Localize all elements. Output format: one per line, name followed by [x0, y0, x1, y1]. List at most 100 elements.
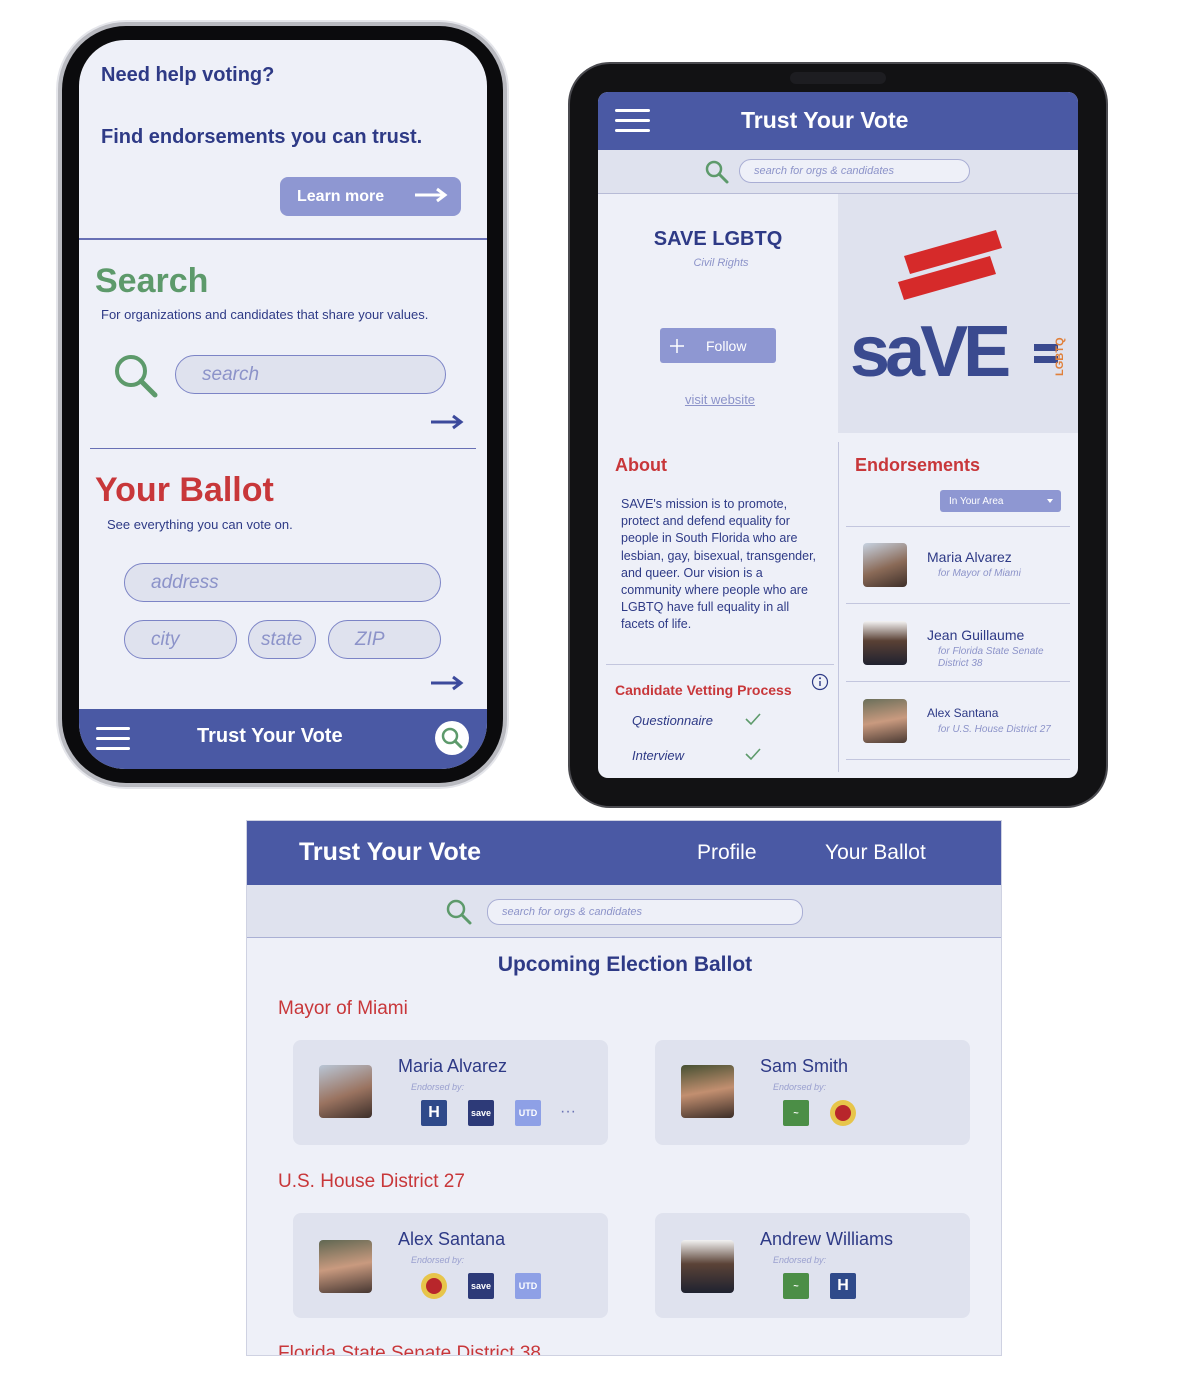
city-placeholder: city: [151, 628, 180, 650]
phone-screen: Need help voting? Find endorsements you …: [79, 40, 487, 769]
follow-button[interactable]: Follow: [660, 328, 776, 363]
endorsement-name: Maria Alvarez: [927, 549, 1012, 565]
intro-question: Need help voting?: [101, 64, 275, 86]
arrow-right-icon[interactable]: [429, 413, 465, 431]
endorser-h-icon[interactable]: H: [421, 1100, 447, 1126]
about-title: About: [615, 455, 667, 475]
avatar: [681, 1240, 734, 1293]
race-title: Mayor of Miami: [278, 998, 408, 1019]
endorsement-office: for Mayor of Miami: [938, 568, 1021, 579]
state-input[interactable]: state: [248, 620, 316, 659]
brand-title: Trust Your Vote: [741, 107, 909, 133]
endorser-save-icon[interactable]: save: [468, 1100, 494, 1126]
endorsement-office: for U.S. House District 27: [938, 724, 1051, 735]
arrow-right-icon: [415, 187, 448, 203]
search-input[interactable]: search for orgs & candidates: [739, 159, 970, 183]
endorsed-by-label: Endorsed by:: [411, 1255, 465, 1265]
endorsement-row[interactable]: Alex Santana for U.S. House District 27: [846, 682, 1070, 760]
divider: [90, 448, 476, 449]
desktop-view: Trust Your Vote Profile Your Ballot sear…: [246, 820, 1002, 1356]
app-header: Trust Your Vote: [598, 92, 1078, 150]
vetting-item: Interview: [632, 748, 685, 763]
vetting-item: Questionnaire: [632, 713, 713, 728]
endorsement-row[interactable]: Jean Guillaume for Florida State Senate …: [846, 604, 1070, 682]
endorsement-office: for Florida State Senate District 38: [938, 646, 1044, 669]
search-icon[interactable]: [111, 351, 159, 399]
brand-title: Trust Your Vote: [299, 838, 481, 866]
plus-icon: [670, 339, 684, 353]
column-divider: [838, 442, 839, 772]
avatar: [681, 1065, 734, 1118]
candidate-card[interactable]: Maria Alvarez Endorsed by: H save UTD ··…: [293, 1040, 608, 1145]
endorser-seal-icon[interactable]: [421, 1273, 447, 1299]
candidate-name: Sam Smith: [760, 1056, 849, 1076]
tablet-screen: Trust Your Vote search for orgs & candid…: [598, 92, 1078, 778]
ballot-subtitle: See everything you can vote on.: [107, 517, 293, 532]
hamburger-menu-icon[interactable]: [96, 727, 130, 757]
search-button[interactable]: [435, 721, 469, 755]
hamburger-menu-icon[interactable]: [615, 109, 650, 139]
endorser-save-icon[interactable]: save: [468, 1273, 494, 1299]
check-icon: [745, 713, 761, 726]
search-icon: [441, 727, 463, 749]
search-bar: search for orgs & candidates: [598, 150, 1078, 194]
ballot-heading: Upcoming Election Ballot: [497, 953, 753, 976]
area-filter-label: In Your Area: [949, 495, 1004, 507]
candidate-card[interactable]: Sam Smith Endorsed by: ~: [655, 1040, 970, 1145]
org-logo-panel: saVE LGBTQ: [838, 194, 1078, 433]
check-icon: [745, 748, 761, 761]
learn-more-button[interactable]: Learn more: [280, 177, 461, 216]
divider: [606, 664, 834, 665]
visit-website-link[interactable]: visit website: [598, 392, 842, 407]
avatar: [863, 621, 907, 665]
nav-profile[interactable]: Profile: [697, 841, 757, 865]
avatar: [319, 1065, 372, 1118]
info-icon[interactable]: [811, 673, 829, 691]
learn-more-label: Learn more: [297, 187, 385, 205]
avatar: [863, 699, 907, 743]
search-input[interactable]: search for orgs & candidates: [487, 899, 803, 925]
search-subtitle: For organizations and candidates that sh…: [101, 307, 429, 322]
tablet-camera: [790, 72, 886, 84]
endorser-green-icon[interactable]: ~: [783, 1100, 809, 1126]
endorser-h-icon[interactable]: H: [830, 1273, 856, 1299]
endorsement-name: Jean Guillaume: [927, 627, 1025, 643]
race-title: U.S. House District 27: [278, 1171, 465, 1192]
endorser-seal-icon[interactable]: [830, 1100, 856, 1126]
endorser-utd-icon[interactable]: UTD: [515, 1273, 541, 1299]
zip-input[interactable]: ZIP: [328, 620, 441, 659]
search-placeholder: search for orgs & candidates: [754, 165, 895, 177]
search-input[interactable]: search: [175, 355, 446, 394]
bottom-nav-bar: Trust Your Vote: [79, 709, 487, 769]
endorsements-title: Endorsements: [855, 455, 981, 475]
search-icon[interactable]: [704, 159, 730, 185]
more-endorsers-icon[interactable]: ···: [560, 1103, 576, 1121]
nav-your-ballot[interactable]: Your Ballot: [825, 841, 926, 865]
address-input[interactable]: address: [124, 563, 441, 602]
org-category: Civil Rights: [693, 257, 749, 269]
candidate-card[interactable]: Andrew Williams Endorsed by: ~ H: [655, 1213, 970, 1318]
candidate-card[interactable]: Alex Santana Endorsed by: save UTD: [293, 1213, 608, 1318]
search-title: Search: [95, 262, 209, 300]
intro-tagline: Find endorsements you can trust.: [101, 126, 423, 148]
divider: [79, 238, 487, 240]
area-filter-dropdown[interactable]: In Your Area: [940, 490, 1061, 512]
city-input[interactable]: city: [124, 620, 237, 659]
arrow-right-icon[interactable]: [429, 674, 465, 692]
candidate-name: Alex Santana: [398, 1229, 506, 1249]
app-header: Trust Your Vote Profile Your Ballot: [247, 821, 1001, 885]
about-text: SAVE's mission is to promote, protect an…: [621, 497, 817, 632]
endorser-green-icon[interactable]: ~: [783, 1273, 809, 1299]
endorser-utd-icon[interactable]: UTD: [515, 1100, 541, 1126]
search-placeholder: search for orgs & candidates: [502, 906, 643, 918]
avatar: [319, 1240, 372, 1293]
endorsement-row[interactable]: Maria Alvarez for Mayor of Miami: [846, 526, 1070, 604]
follow-label: Follow: [706, 337, 747, 354]
ballot-title: Your Ballot: [95, 471, 274, 509]
endorsed-by-label: Endorsed by:: [411, 1082, 465, 1092]
candidate-name: Andrew Williams: [760, 1229, 894, 1249]
candidate-name: Maria Alvarez: [398, 1056, 508, 1076]
save-lgbtq-logo: saVE LGBTQ: [850, 230, 1066, 392]
search-icon[interactable]: [445, 898, 473, 926]
caret-down-icon: [1047, 499, 1053, 503]
